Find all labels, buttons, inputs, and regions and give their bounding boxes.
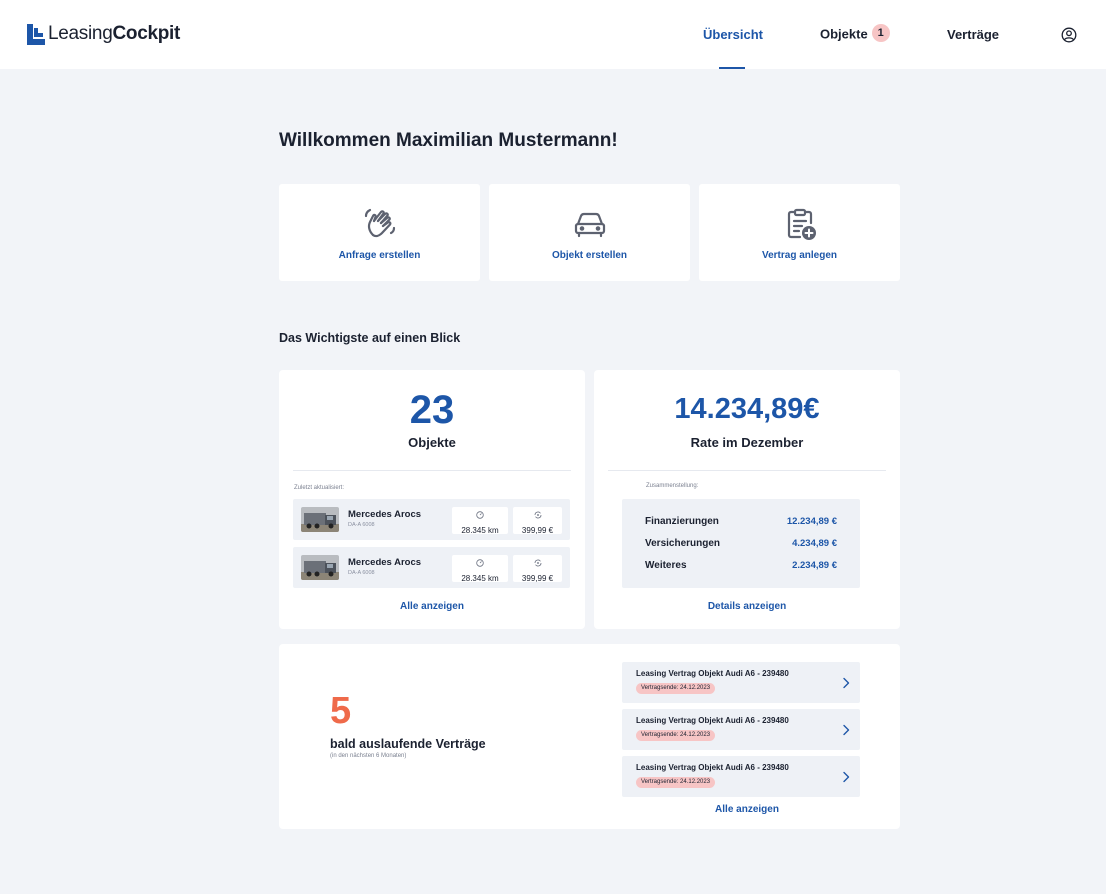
contract-list-item[interactable]: Leasing Vertrag Objekt Audi A6 - 239480 … — [622, 662, 860, 703]
truck-thumbnail — [301, 507, 339, 532]
euro-cycle-icon — [534, 559, 541, 567]
chevron-right-icon — [843, 677, 850, 689]
object-mileage: 28.345 km — [452, 507, 508, 535]
hand-wave-icon — [364, 208, 395, 238]
create-object-card[interactable]: Objekt erstellen — [489, 184, 690, 281]
logo-icon — [27, 23, 45, 45]
top-navbar: LeasingCockpit Übersicht Objekte 1 Verträ… — [0, 0, 1106, 69]
object-rate: 399,99 € — [513, 555, 562, 583]
chevron-right-icon — [843, 724, 850, 736]
gauge-icon — [476, 559, 484, 567]
app-logo[interactable]: LeasingCockpit — [27, 23, 180, 45]
nav-vertraege[interactable]: Verträge — [947, 27, 999, 42]
logo-text: LeasingCockpit — [48, 23, 181, 44]
contract-title: Leasing Vertrag Objekt Audi A6 - 239480 — [636, 763, 789, 772]
contract-title: Leasing Vertrag Objekt Audi A6 - 239480 — [636, 716, 789, 725]
breakdown-value: 12.234,89 € — [786, 516, 837, 527]
summary-label: Zusammenstellung: — [646, 483, 699, 489]
contract-end-badge: Vertragsende: 24.12.2023 — [636, 730, 716, 741]
object-name: Mercedes Arocs — [348, 509, 422, 520]
create-contract-card[interactable]: Vertrag anlegen — [699, 184, 900, 281]
object-mileage: 28.345 km — [452, 555, 508, 583]
divider — [293, 470, 571, 471]
object-rate: 399,99 € — [513, 507, 562, 535]
contract-end-badge: Vertragsende: 24.12.2023 — [636, 683, 716, 694]
create-object-label: Objekt erstellen — [551, 250, 628, 261]
show-all-objects-link[interactable]: Alle anzeigen — [279, 601, 585, 612]
object-list-item[interactable]: Mercedes Arocs DA-A 6008 28.345 km 399,9… — [293, 499, 570, 540]
object-list-item[interactable]: Mercedes Arocs DA-A 6008 28.345 km 399,9… — [293, 547, 570, 588]
contract-title: Leasing Vertrag Objekt Audi A6 - 239480 — [636, 669, 789, 678]
show-details-link[interactable]: Details anzeigen — [594, 601, 900, 612]
chevron-right-icon — [843, 771, 850, 783]
objects-count: 23 — [409, 388, 455, 432]
nav-uebersicht[interactable]: Übersicht — [703, 27, 763, 42]
objects-count-label: Objekte — [408, 435, 456, 450]
euro-cycle-icon — [534, 511, 541, 519]
page-title: Willkommen Maximilian Mustermann! — [279, 130, 618, 151]
nav-objekte[interactable]: Objekte 1 — [820, 24, 890, 43]
clipboard-add-icon — [787, 208, 816, 240]
truck-thumbnail — [301, 555, 339, 580]
breakdown-label: Versicherungen — [645, 538, 721, 549]
show-all-contracts-link[interactable]: Alle anzeigen — [622, 804, 872, 815]
object-plate: DA-A 6008 — [348, 522, 375, 528]
contract-list-item[interactable]: Leasing Vertrag Objekt Audi A6 - 239480 … — [622, 709, 860, 750]
rate-amount: 14.234,89€ — [674, 393, 820, 425]
gauge-icon — [476, 511, 484, 519]
expiring-contracts-count: 5 — [330, 690, 352, 732]
rate-breakdown: Finanzierungen 12.234,89 € Versicherunge… — [622, 499, 860, 588]
breakdown-label: Weiteres — [645, 560, 687, 571]
last-updated-label: Zuletzt aktualisiert: — [294, 485, 345, 491]
objects-count-badge: 1 — [871, 24, 890, 42]
user-circle-icon[interactable] — [1061, 27, 1077, 43]
contract-end-badge: Vertragsende: 24.12.2023 — [636, 777, 716, 788]
object-name: Mercedes Arocs — [348, 557, 422, 568]
divider — [608, 470, 886, 471]
create-request-card[interactable]: Anfrage erstellen — [279, 184, 480, 281]
car-icon — [574, 212, 605, 238]
expiring-contracts-label: bald auslaufende Verträge — [330, 737, 486, 751]
create-request-label: Anfrage erstellen — [338, 250, 421, 261]
breakdown-value: 4.234,89 € — [792, 538, 837, 549]
nav-active-indicator — [719, 67, 745, 69]
overview-section-title: Das Wichtigste auf einen Blick — [279, 331, 461, 345]
breakdown-label: Finanzierungen — [645, 516, 719, 527]
create-contract-label: Vertrag anlegen — [761, 250, 838, 261]
breakdown-value: 2.234,89 € — [792, 560, 837, 571]
object-plate: DA-A 6008 — [348, 570, 375, 576]
rate-label: Rate im Dezember — [690, 435, 804, 450]
contract-list-item[interactable]: Leasing Vertrag Objekt Audi A6 - 239480 … — [622, 756, 860, 797]
expiring-contracts-sublabel: (in den nächsten 6 Monaten) — [330, 753, 407, 759]
